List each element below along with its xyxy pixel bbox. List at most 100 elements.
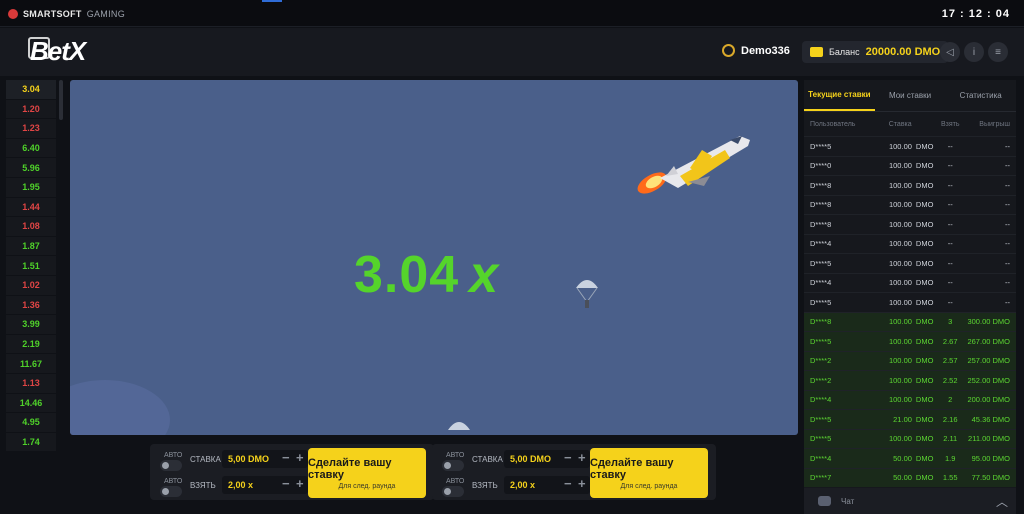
history-item: 1.08 [6,217,56,237]
table-row: D****8 100.00 DMO -- -- [804,194,1016,215]
table-row: D****5 100.00 DMO -- -- [804,253,1016,273]
multiplier-value: 3.04 [354,246,460,304]
menu-icon[interactable]: ≡ [988,42,1008,62]
table-row: D****4 50.00 DMO 1.9 95.00 DMO [804,448,1016,468]
table-row: D****7 50.00 DMO 1.55 77.50 DMO [804,467,1016,487]
username: Demo336 [741,44,790,57]
cell-take: -- [947,258,953,268]
cell-win: -- [1005,219,1010,229]
take-minus-button[interactable]: − [282,476,290,491]
bets-table-body: D****5 100.00 DMO -- -- D****0 100.00 DMO -- -- D*… [804,136,1016,487]
cell-user: D****4 [810,395,832,405]
table-row: D****5 21.00 DMO 2.16 45.36 DMO [804,409,1016,429]
cell-take: 2.57 [942,356,958,366]
tab-current-bets[interactable]: Текущие ставки [804,80,875,111]
stake-minus-button[interactable]: − [564,450,572,465]
tab-my-bets[interactable]: Мои ставки [875,80,946,111]
cell-currency: DMO [915,453,934,463]
cell-currency: DMO [915,297,934,307]
cell-take: -- [947,161,953,171]
balance-value: 20000.00 DMO [865,46,941,58]
cell-currency: DMO [915,356,934,366]
multiplier-suffix: x [469,246,500,304]
auto-bet-label: АВТО [446,452,465,459]
auto-bet-toggle[interactable] [160,460,182,471]
history-item: 1.74 [6,432,56,453]
chevron-up-icon[interactable]: ︿ [996,493,1008,510]
cell-take: -- [947,239,953,249]
place-bet-title: Сделайте вашу ставку [308,456,392,481]
cell-take: 1.55 [942,473,958,483]
cell-take: -- [947,180,953,190]
brand-sub: GAMING [86,9,126,19]
auto-take-toggle[interactable] [442,486,464,497]
stake-label: СТАВКА [190,455,221,464]
cell-take: -- [947,219,953,229]
col-bet: Ставка [888,120,912,128]
info-icon[interactable]: i [964,42,984,62]
cell-currency: DMO [915,141,934,151]
cell-currency: DMO [915,200,934,210]
col-user: Пользователь [810,120,856,128]
stake-plus-button[interactable]: + [296,450,304,465]
table-row: D****8 100.00 DMO 3 300.00 DMO [804,311,1016,331]
cell-win: -- [1005,278,1010,288]
table-row: D****4 100.00 DMO 2 200.00 DMO [804,389,1016,409]
history-sidebar: 3.04 1.20 1.23 6.40 5.96 1.95 1.44 1.08 1.87 1.51… [6,80,56,514]
take-plus-button[interactable]: + [578,476,586,491]
cell-user: D****5 [810,336,832,346]
place-bet-button[interactable]: Сделайте вашу ставку Для след. раунда [308,448,426,498]
sound-icon[interactable]: ◁ [940,42,960,62]
parachute [574,276,600,315]
cell-bet: 100.00 [888,356,912,366]
multiplier-display: 3.04 x [354,245,499,305]
auto-bet-toggle[interactable] [442,460,464,471]
cell-currency: DMO [915,395,934,405]
bets-panel: Текущие ставки Мои ставки Статистика Пол… [804,80,1016,514]
stake-plus-button[interactable]: + [578,450,586,465]
cell-bet: 100.00 [888,200,912,210]
cell-bet: 50.00 [893,473,912,483]
cell-currency: DMO [915,258,934,268]
table-row: D****5 100.00 DMO -- -- [804,292,1016,312]
brand-name: SMARTSOFT [23,9,82,19]
bets-table-header: Пользователь Ставка Взять Выигрыш [804,112,1016,136]
take-label: ВЗЯТЬ [472,481,498,490]
cell-user: D****4 [810,239,832,249]
auto-take-label: АВТО [164,478,183,485]
cell-bet: 50.00 [893,453,912,463]
sidebar-scrollbar[interactable] [59,80,63,120]
cell-win: -- [1005,161,1010,171]
take-plus-button[interactable]: + [296,476,304,491]
tab-statistics[interactable]: Статистика [945,80,1016,111]
auto-take-toggle[interactable] [160,486,182,497]
chat-icon [818,496,831,506]
place-bet-button[interactable]: Сделайте вашу ставку Для след. раунда [590,448,708,498]
cell-take: -- [947,278,953,288]
cell-user: D****8 [810,317,832,327]
history-item: 14.46 [6,393,56,414]
brand: SMARTSOFT GAMING [8,9,125,19]
cell-win: 257.00 DMO [967,356,1010,366]
cell-user: D****2 [810,356,832,366]
cell-win: 252.00 DMO [967,375,1010,385]
cell-win: 267.00 DMO [967,336,1010,346]
col-win: Выигрыш [979,120,1010,128]
cell-currency: DMO [915,239,934,249]
cell-currency: DMO [915,375,934,385]
cell-user: D****8 [810,219,832,229]
table-row: D****4 100.00 DMO -- -- [804,233,1016,254]
cell-take: 2.67 [942,336,958,346]
cell-currency: DMO [915,414,934,424]
take-minus-button[interactable]: − [564,476,572,491]
cell-bet: 100.00 [888,180,912,190]
history-item: 1.23 [6,119,56,139]
stake-minus-button[interactable]: − [282,450,290,465]
place-bet-sub: Для след. раунда [338,482,396,490]
chat-bar[interactable]: Чат ︿ [804,488,1016,514]
table-row: D****4 100.00 DMO -- -- [804,272,1016,293]
cell-win: 95.00 DMO [971,453,1010,463]
cell-currency: DMO [915,473,934,483]
bet-panel-2: АВТО СТАВКА 5,00 DMO − + АВТО ВЗЯТЬ 2,00… [432,444,716,500]
bet-panel-1: АВТО СТАВКА 5,00 DMO − + АВТО ВЗЯТЬ 2,00… [150,444,434,500]
